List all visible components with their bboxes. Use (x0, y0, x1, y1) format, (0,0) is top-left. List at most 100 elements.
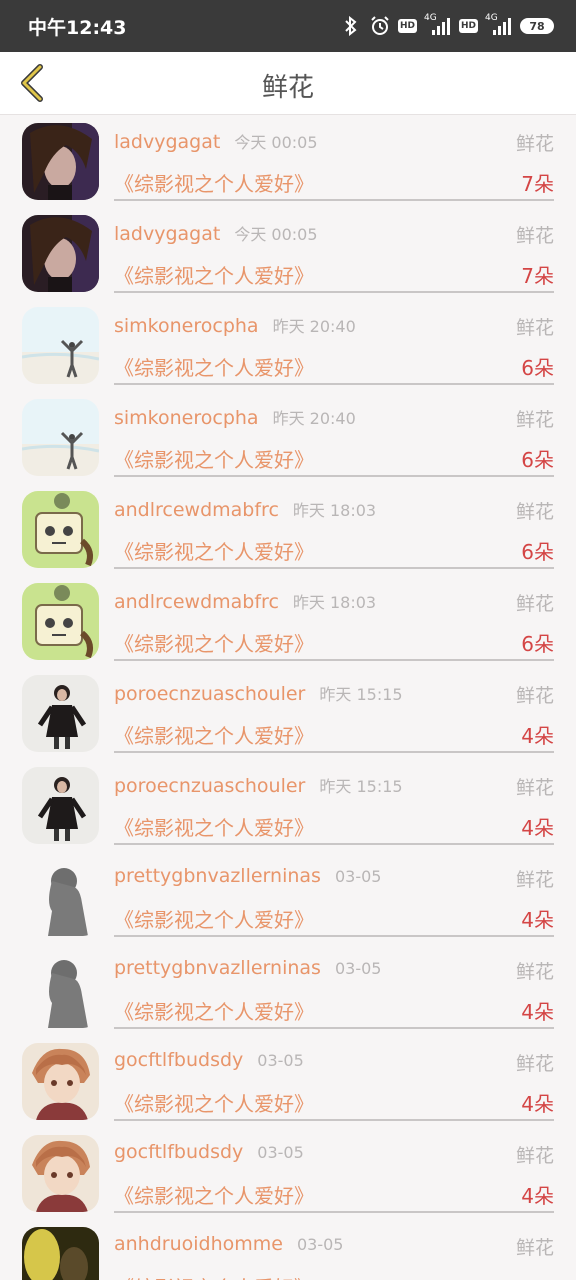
book-title[interactable]: 《综影视之个人爱好》 (114, 904, 314, 933)
username-text[interactable]: anhdruoidhomme (114, 1233, 283, 1255)
list-item[interactable]: anhdruoidhomme 03-05 鲜花《综影视之个人爱好》 (0, 1219, 576, 1280)
gift-count: 6朵 (521, 448, 554, 472)
timestamp: 今天 00:05 (234, 133, 318, 152)
book-title[interactable]: 《综影视之个人爱好》 (114, 720, 314, 749)
list-item[interactable]: andlrcewdmabfrc 昨天 18:03 鲜花 《综影视之个人爱好》 6朵 (0, 483, 576, 575)
gift-type: 鲜花 (515, 1237, 554, 1259)
avatar[interactable] (22, 767, 99, 844)
list-item[interactable]: poroecnzuaschouler 昨天 15:15 鲜花 《综影视之个人爱好》 4朵 (0, 667, 576, 759)
status-time: 中午12:43 (28, 17, 127, 39)
list-item-content: gocftlfbudsdy 03-05 鲜花《综影视之个人爱好》 4朵 (114, 1035, 554, 1121)
gift-type: 鲜花 (515, 317, 554, 339)
username[interactable]: ladvygagat 今天 00:05 (114, 129, 318, 153)
gift-count: 4朵 (521, 1000, 554, 1024)
list-item[interactable]: prettygbnvazllerninas 03-05 鲜花 《综影视之个人爱好》 4朵 (0, 851, 576, 943)
list-item[interactable]: simkonerocpha 昨天 20:40 鲜花 《综影视之个人爱好》 6朵 (0, 391, 576, 483)
hd-badge-2: HD (458, 19, 478, 33)
list-item[interactable]: prettygbnvazllerninas 03-05 鲜花 《综影视之个人爱好》 4朵 (0, 943, 576, 1035)
avatar[interactable] (22, 215, 99, 292)
gift-count: 7朵 (521, 172, 554, 196)
timestamp: 昨天 20:40 (272, 409, 356, 428)
book-title[interactable]: 《综影视之个人爱好》 (114, 1088, 314, 1117)
list-item-content: simkonerocpha 昨天 20:40 鲜花 《综影视之个人爱好》 6朵 (114, 391, 554, 477)
username[interactable]: prettygbnvazllerninas 03-05 (114, 957, 381, 979)
list-item[interactable]: andlrcewdmabfrc 昨天 18:03 鲜花 《综影视之个人爱好》 6朵 (0, 575, 576, 667)
gift-count: 6朵 (521, 356, 554, 380)
avatar[interactable] (22, 123, 99, 200)
gift-count: 4朵 (521, 816, 554, 840)
username[interactable]: prettygbnvazllerninas 03-05 (114, 865, 381, 887)
list-item[interactable]: simkonerocpha 昨天 20:40 鲜花《综影视之个人爱好》 6朵 (0, 299, 576, 391)
username-text[interactable]: simkonerocpha (114, 407, 259, 429)
book-title[interactable]: 《综影视之个人爱好》 (114, 536, 314, 565)
book-title[interactable]: 《综影视之个人爱好》 (114, 812, 314, 841)
avatar[interactable] (22, 491, 99, 568)
signal-icon: 4G (424, 13, 452, 37)
list-item[interactable]: poroecnzuaschouler 昨天 15:15 鲜花 《综影视之个人爱好》 4朵 (0, 759, 576, 851)
timestamp: 03-05 (257, 1143, 304, 1162)
book-title[interactable]: 《综影视之个人爱好》 (114, 996, 314, 1025)
list-item-content: simkonerocpha 昨天 20:40 鲜花《综影视之个人爱好》 6朵 (114, 299, 554, 385)
book-title[interactable]: 《综影视之个人爱好》 (114, 260, 314, 289)
status-icons: HD 4G HD 4G 78 (340, 12, 554, 40)
username-text[interactable]: poroecnzuaschouler (114, 775, 305, 797)
book-title[interactable]: 《综影视之个人爱好》 (114, 352, 314, 381)
username[interactable]: simkonerocpha 昨天 20:40 (114, 405, 356, 429)
username[interactable]: poroecnzuaschouler 昨天 15:15 (114, 681, 403, 705)
avatar[interactable] (22, 859, 99, 936)
username[interactable]: poroecnzuaschouler 昨天 15:15 (114, 773, 403, 797)
username[interactable]: andlrcewdmabfrc 昨天 18:03 (114, 497, 376, 521)
username-text[interactable]: prettygbnvazllerninas (114, 865, 321, 887)
list-item[interactable]: gocftlfbudsdy 03-05 鲜花 《综影视之个人爱好》 4朵 (0, 1127, 576, 1219)
avatar[interactable] (22, 583, 99, 660)
username-text[interactable]: ladvygagat (114, 223, 220, 245)
username[interactable]: andlrcewdmabfrc 昨天 18:03 (114, 589, 376, 613)
gift-list[interactable]: ladvygagat 今天 00:05 鲜花 《综影视之个人爱好》 7朵 ladvygag… (0, 115, 576, 1280)
gift-count: 4朵 (521, 724, 554, 748)
book-title[interactable]: 《综影视之个人爱好》 (114, 444, 314, 473)
gift-count: 6朵 (521, 632, 554, 656)
username-text[interactable]: gocftlfbudsdy (114, 1049, 243, 1071)
timestamp: 03-05 (296, 1235, 344, 1254)
timestamp: 03-05 (334, 867, 382, 886)
list-item-content: gocftlfbudsdy 03-05 鲜花 《综影视之个人爱好》 4朵 (114, 1127, 554, 1213)
username-text[interactable]: andlrcewdmabfrc (114, 591, 279, 613)
book-title[interactable]: 《综影视之个人爱好》 (114, 1272, 314, 1280)
book-title[interactable]: 《综影视之个人爱好》 (114, 1180, 314, 1209)
avatar[interactable] (22, 675, 99, 752)
username[interactable]: anhdruoidhomme 03-05 (114, 1233, 343, 1255)
username-text[interactable]: ladvygagat (114, 131, 220, 153)
nav-bar: 鲜花 (0, 52, 576, 115)
gift-type: 鲜花 (515, 133, 554, 155)
username-text[interactable]: simkonerocpha (114, 315, 259, 337)
username[interactable]: gocftlfbudsdy 03-05 (114, 1141, 304, 1163)
avatar[interactable] (22, 307, 99, 384)
username-text[interactable]: prettygbnvazllerninas (114, 957, 321, 979)
timestamp: 昨天 18:03 (292, 501, 377, 520)
gift-type: 鲜花 (515, 1053, 554, 1075)
username[interactable]: ladvygagat 今天 00:05 (114, 221, 318, 245)
signal-icon-2: 4G (485, 13, 513, 37)
username-text[interactable]: gocftlfbudsdy (114, 1141, 243, 1163)
list-item-content: prettygbnvazllerninas 03-05 鲜花 《综影视之个人爱好》 4朵 (114, 943, 554, 1029)
book-title[interactable]: 《综影视之个人爱好》 (114, 628, 314, 657)
username-text[interactable]: poroecnzuaschouler (114, 683, 305, 705)
username-text[interactable]: andlrcewdmabfrc (114, 499, 279, 521)
avatar[interactable] (22, 1227, 99, 1280)
list-item-content: ladvygagat 今天 00:05 鲜花 《综影视之个人爱好》 7朵 (114, 207, 554, 293)
book-title[interactable]: 《综影视之个人爱好》 (114, 168, 314, 197)
avatar[interactable] (22, 1135, 99, 1212)
list-item[interactable]: ladvygagat 今天 00:05 鲜花 《综影视之个人爱好》 7朵 (0, 207, 576, 299)
gift-count: 7朵 (521, 264, 554, 288)
avatar[interactable] (22, 1043, 99, 1120)
avatar[interactable] (22, 951, 99, 1028)
username[interactable]: gocftlfbudsdy 03-05 (114, 1049, 304, 1071)
gift-count: 4朵 (521, 1092, 554, 1116)
list-item[interactable]: gocftlfbudsdy 03-05 鲜花《综影视之个人爱好》 4朵 (0, 1035, 576, 1127)
battery-icon: 78 (520, 18, 554, 34)
alarm-icon (369, 15, 391, 37)
avatar[interactable] (22, 399, 99, 476)
username[interactable]: simkonerocpha 昨天 20:40 (114, 313, 356, 337)
list-item[interactable]: ladvygagat 今天 00:05 鲜花《综影视之个人爱好》 7朵 (0, 115, 576, 207)
list-item-content: poroecnzuaschouler 昨天 15:15 鲜花 《综影视之个人爱好》 4朵 (114, 667, 554, 753)
